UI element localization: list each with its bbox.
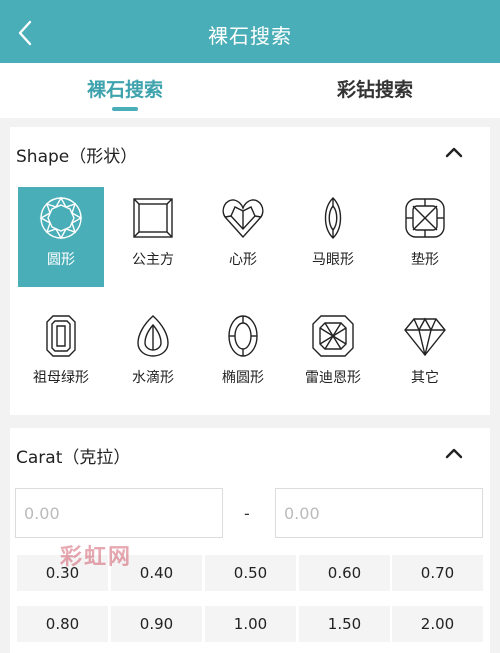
radiant-diamond-icon	[312, 315, 354, 357]
title-bar: 裸石搜索	[0, 0, 500, 63]
round-diamond-icon	[39, 196, 83, 240]
carat-preset-button[interactable]: 0.40	[111, 555, 202, 591]
carat-preset-button[interactable]: 1.50	[299, 606, 390, 642]
pear-diamond-icon	[137, 315, 169, 357]
tab-color-diamond[interactable]: 彩钻搜索	[275, 75, 475, 115]
shape-label: 祖母绿形	[33, 370, 89, 386]
carat-preset-button[interactable]: 0.90	[111, 606, 202, 642]
carat-preset-button[interactable]: 0.70	[392, 555, 483, 591]
marquise-diamond-icon	[324, 197, 342, 239]
shape-option-heart[interactable]: 心形	[200, 187, 286, 287]
carat-section-title: Carat（克拉）	[16, 448, 131, 468]
carat-max-input[interactable]	[275, 488, 483, 538]
shape-label: 垫形	[411, 252, 439, 268]
shape-option-cushion[interactable]: 垫形	[382, 187, 468, 287]
shape-option-princess[interactable]: 公主方	[110, 187, 196, 287]
shape-option-round[interactable]: 圆形	[18, 187, 104, 287]
carat-preset-button[interactable]: 1.00	[205, 606, 296, 642]
shape-section: Shape（形状） 圆形 公主方 心形 马眼形 垫形 祖母绿形 水滴形 椭圆形 …	[10, 127, 490, 415]
emerald-diamond-icon	[46, 315, 76, 357]
princess-diamond-icon	[133, 198, 173, 238]
heart-diamond-icon	[222, 199, 264, 239]
shape-label: 椭圆形	[222, 370, 264, 386]
shape-option-oval[interactable]: 椭圆形	[200, 305, 286, 405]
shape-label: 水滴形	[132, 370, 174, 386]
shape-label: 雷迪恩形	[305, 370, 361, 386]
other-diamond-icon	[404, 317, 446, 357]
range-separator: -	[244, 504, 250, 523]
carat-preset-button[interactable]: 0.80	[17, 606, 108, 642]
shape-label: 心形	[229, 252, 257, 268]
carat-preset-button[interactable]: 0.30	[17, 555, 108, 591]
chevron-up-icon	[445, 147, 463, 158]
chevron-up-icon	[445, 448, 463, 459]
carat-preset-button[interactable]: 0.50	[205, 555, 296, 591]
shape-option-marquise[interactable]: 马眼形	[290, 187, 376, 287]
shape-option-pear[interactable]: 水滴形	[110, 305, 196, 405]
page-title: 裸石搜索	[208, 24, 292, 48]
carat-collapse-button[interactable]	[442, 442, 466, 466]
shape-label: 公主方	[132, 252, 174, 268]
shape-option-radiant[interactable]: 雷迪恩形	[290, 305, 376, 405]
shape-option-other[interactable]: 其它	[382, 305, 468, 405]
active-tab-indicator	[112, 107, 138, 111]
shape-label: 马眼形	[312, 252, 354, 268]
carat-preset-button[interactable]: 2.00	[392, 606, 483, 642]
shape-collapse-button[interactable]	[442, 141, 466, 165]
carat-section: Carat（克拉） - 0.30 0.40 0.50 0.60 0.70 0.8…	[10, 428, 490, 653]
carat-preset-button[interactable]: 0.60	[299, 555, 390, 591]
shape-option-emerald[interactable]: 祖母绿形	[18, 305, 104, 405]
shape-section-title: Shape（形状）	[16, 147, 138, 167]
oval-diamond-icon	[228, 315, 258, 357]
search-tabs: 裸石搜索 彩钻搜索	[0, 63, 500, 118]
shape-label: 圆形	[47, 252, 75, 268]
cushion-diamond-icon	[405, 198, 445, 238]
carat-min-input[interactable]	[15, 488, 223, 538]
shape-label: 其它	[411, 370, 439, 386]
